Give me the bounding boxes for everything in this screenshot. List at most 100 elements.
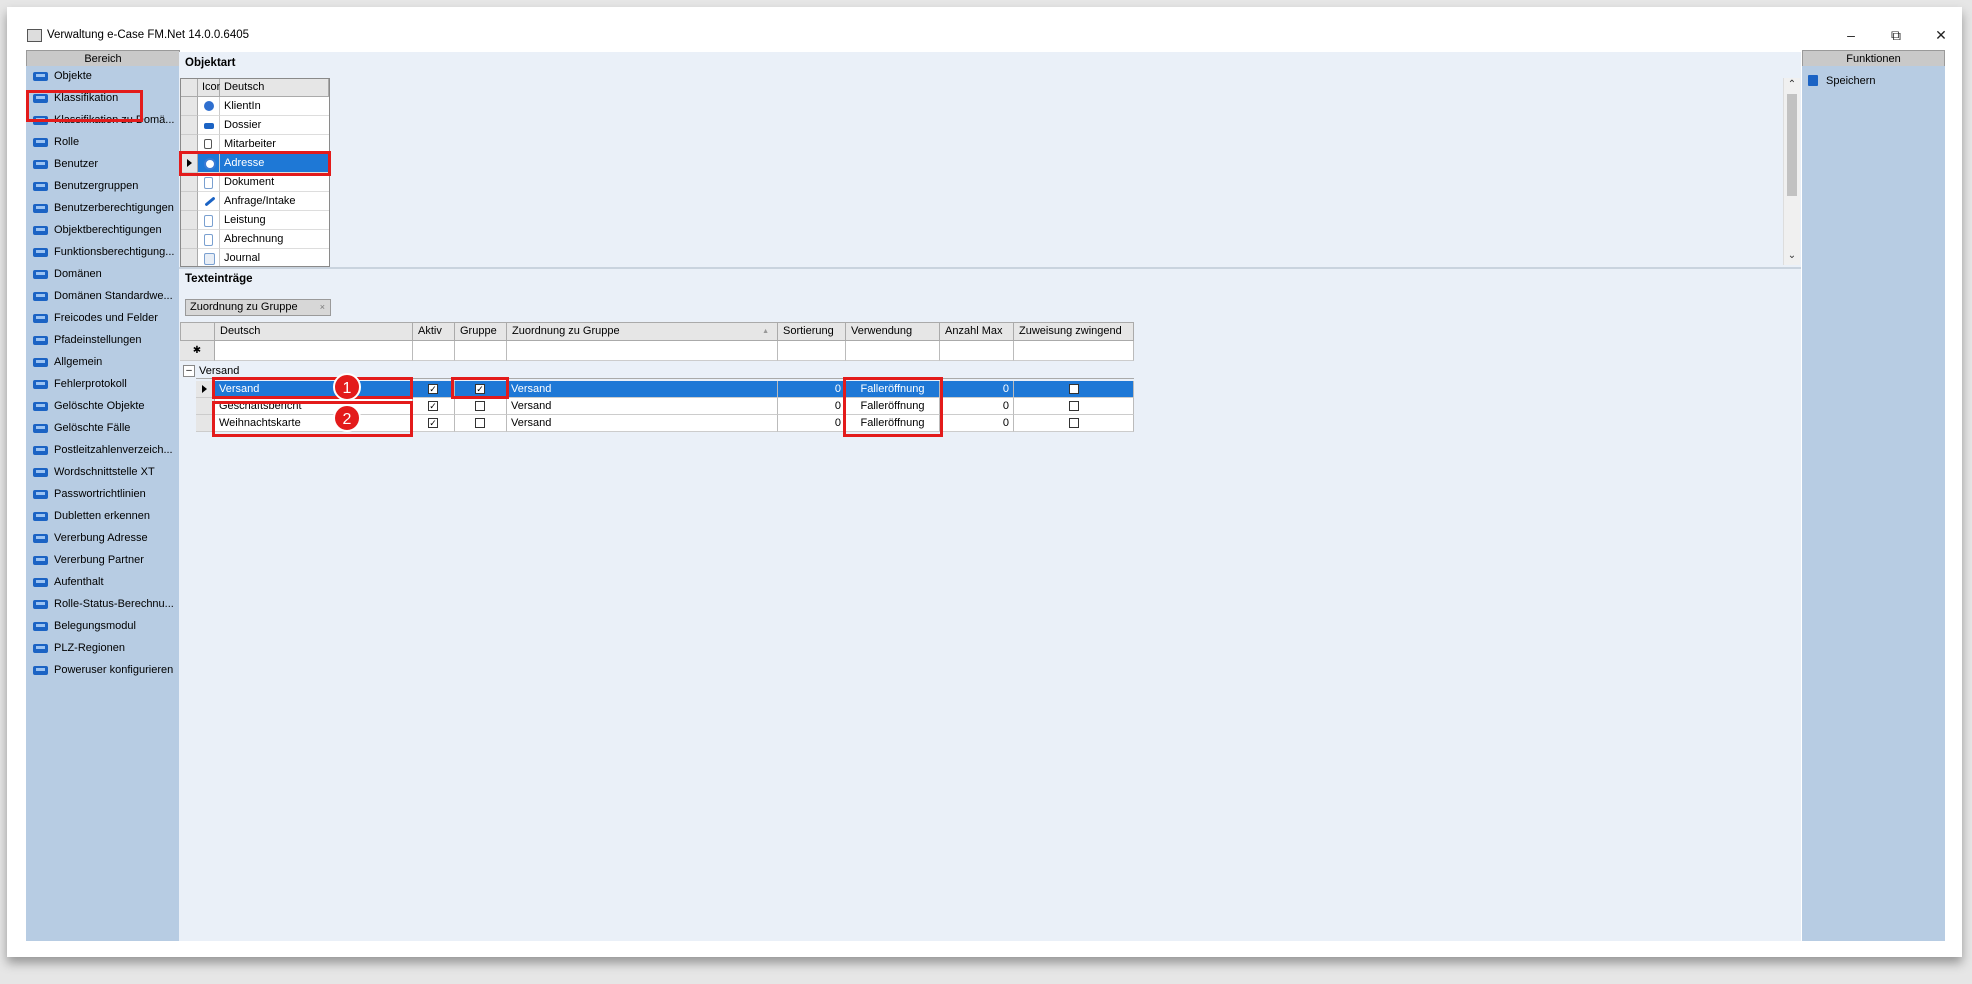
cell-anzahl-max[interactable]: 0 [940,381,1014,398]
cell-zuordnung[interactable]: Versand [507,415,778,432]
cell-sortierung[interactable]: 0 [778,415,846,432]
scroll-down-icon[interactable]: ⌄ [1784,250,1800,261]
cell-zuordnung[interactable]: Versand [507,398,778,415]
nav-item-vererbung-partner[interactable]: Vererbung Partner [26,550,179,572]
cell-anzahl-max[interactable]: 0 [940,398,1014,415]
nav-item-passwortrichtlinien[interactable]: Passwortrichtlinien [26,484,179,506]
aktiv-checkbox[interactable]: ✓ [428,418,438,428]
nav-item-geloeschte-objekte[interactable]: Gelöschte Objekte [26,396,179,418]
column-header-zuweisung-zwingend[interactable]: Zuweisung zwingend [1014,322,1134,341]
remove-grouping-icon[interactable]: × [320,300,325,315]
new-row-cell[interactable] [507,341,778,361]
nav-item-domaenen[interactable]: Domänen [26,264,179,286]
nav-item-objekte[interactable]: Objekte [26,66,179,88]
nav-item-plz-regionen[interactable]: PLZ-Regionen [26,638,179,660]
restore-button[interactable]: ⧉ [1876,25,1916,45]
nav-item-freicodes-und-felder[interactable]: Freicodes und Felder [26,308,179,330]
objektart-row-journal[interactable]: Journal [181,249,329,266]
row-selector[interactable] [181,116,198,135]
column-header-verwendung[interactable]: Verwendung [846,322,940,341]
splitter[interactable] [179,267,1801,269]
folder-icon [33,380,48,389]
scroll-up-icon[interactable]: ⌃ [1784,79,1800,90]
column-header-sortierung[interactable]: Sortierung [778,322,846,341]
new-row-cell[interactable] [413,341,455,361]
nav-label: Allgemein [54,356,103,368]
nav-item-fehlerprotokoll[interactable]: Fehlerprotokoll [26,374,179,396]
cell-gruppe[interactable] [455,415,507,432]
minimize-button[interactable]: – [1831,25,1871,45]
scroll-thumb[interactable] [1787,94,1797,196]
objektart-row-leistung[interactable]: Leistung [181,211,329,230]
cell-aktiv[interactable]: ✓ [413,415,455,432]
zwingend-checkbox[interactable] [1069,418,1079,428]
speichern-button[interactable]: Speichern [1808,74,1928,90]
gruppe-checkbox[interactable] [475,401,485,411]
nav-item-rolle-status-berechnung[interactable]: Rolle-Status-Berechnu... [26,594,179,616]
new-row-cell[interactable] [455,341,507,361]
group-by-box[interactable]: Zuordnung zu Gruppe × [185,299,331,316]
folder-icon [33,534,48,543]
nav-item-vererbung-adresse[interactable]: Vererbung Adresse [26,528,179,550]
nav-item-benutzergruppen[interactable]: Benutzergruppen [26,176,179,198]
cell-aktiv[interactable]: ✓ [413,381,455,398]
nav-item-geloeschte-faelle[interactable]: Gelöschte Fälle [26,418,179,440]
nav-label: Postleitzahlenverzeich... [54,444,173,456]
row-selector[interactable] [181,97,198,116]
row-selector[interactable] [181,249,198,266]
cell-sortierung[interactable]: 0 [778,398,846,415]
column-header-deutsch[interactable]: Deutsch [220,79,329,97]
cell-sortierung[interactable]: 0 [778,381,846,398]
collapse-group-icon[interactable]: – [183,365,195,377]
document-icon [204,177,213,189]
close-button[interactable]: ✕ [1921,25,1961,45]
row-selector[interactable] [181,192,198,211]
nav-item-domaenen-standardwerte[interactable]: Domänen Standardwe... [26,286,179,308]
nav-label: Benutzerberechtigungen [54,202,174,214]
objektart-row-abrechnung[interactable]: Abrechnung [181,230,329,249]
new-row-cell[interactable] [846,341,940,361]
cell-zuweisung-zwingend[interactable] [1014,415,1134,432]
nav-item-allgemein[interactable]: Allgemein [26,352,179,374]
cell-gruppe[interactable] [455,398,507,415]
nav-item-wordschnittstelle-xt[interactable]: Wordschnittstelle XT [26,462,179,484]
column-header-zuordnung[interactable]: Zuordnung zu Gruppe ▲ [507,322,778,341]
nav-item-funktionsberechtigung[interactable]: Funktionsberechtigung... [26,242,179,264]
nav-item-aufenthalt[interactable]: Aufenthalt [26,572,179,594]
nav-item-rolle[interactable]: Rolle [26,132,179,154]
new-row-cell[interactable] [1014,341,1134,361]
new-row-cell[interactable] [778,341,846,361]
nav-item-pfadeinstellungen[interactable]: Pfadeinstellungen [26,330,179,352]
objektart-row-klientin[interactable]: KlientIn [181,97,329,116]
new-row-cell[interactable] [940,341,1014,361]
nav-item-poweruser-konfigurieren[interactable]: Poweruser konfigurieren [26,660,179,682]
cell-zuordnung[interactable]: Versand [507,381,778,398]
nav-item-benutzerberechtigungen[interactable]: Benutzerberechtigungen [26,198,179,220]
nav-item-dubletten-erkennen[interactable]: Dubletten erkennen [26,506,179,528]
cell-aktiv[interactable]: ✓ [413,398,455,415]
zwingend-checkbox[interactable] [1069,401,1079,411]
new-row-cell[interactable] [215,341,413,361]
cell-zuweisung-zwingend[interactable] [1014,398,1134,415]
aktiv-checkbox[interactable]: ✓ [428,401,438,411]
row-selector[interactable] [181,211,198,230]
column-header-icon[interactable]: Icon [198,79,223,97]
nav-item-belegungsmodul[interactable]: Belegungsmodul [26,616,179,638]
zwingend-checkbox[interactable] [1069,384,1079,394]
nav-item-objektberechtigungen[interactable]: Objektberechtigungen [26,220,179,242]
aktiv-checkbox[interactable]: ✓ [428,384,438,394]
cell-anzahl-max[interactable]: 0 [940,415,1014,432]
objektart-row-dossier[interactable]: Dossier [181,116,329,135]
objektart-scrollbar[interactable]: ⌃ ⌄ [1783,78,1800,265]
column-header-deutsch[interactable]: Deutsch [215,322,413,341]
row-selector[interactable] [181,230,198,249]
gruppe-checkbox[interactable] [475,418,485,428]
nav-item-benutzer[interactable]: Benutzer [26,154,179,176]
column-header-aktiv[interactable]: Aktiv [413,322,455,341]
sort-ascending-icon: ▲ [762,328,769,335]
column-header-gruppe[interactable]: Gruppe [455,322,507,341]
nav-item-postleitzahlenverzeichnis[interactable]: Postleitzahlenverzeich... [26,440,179,462]
objektart-row-anfrage-intake[interactable]: Anfrage/Intake [181,192,329,211]
cell-zuweisung-zwingend[interactable] [1014,381,1134,398]
column-header-anzahl-max[interactable]: Anzahl Max [940,322,1014,341]
